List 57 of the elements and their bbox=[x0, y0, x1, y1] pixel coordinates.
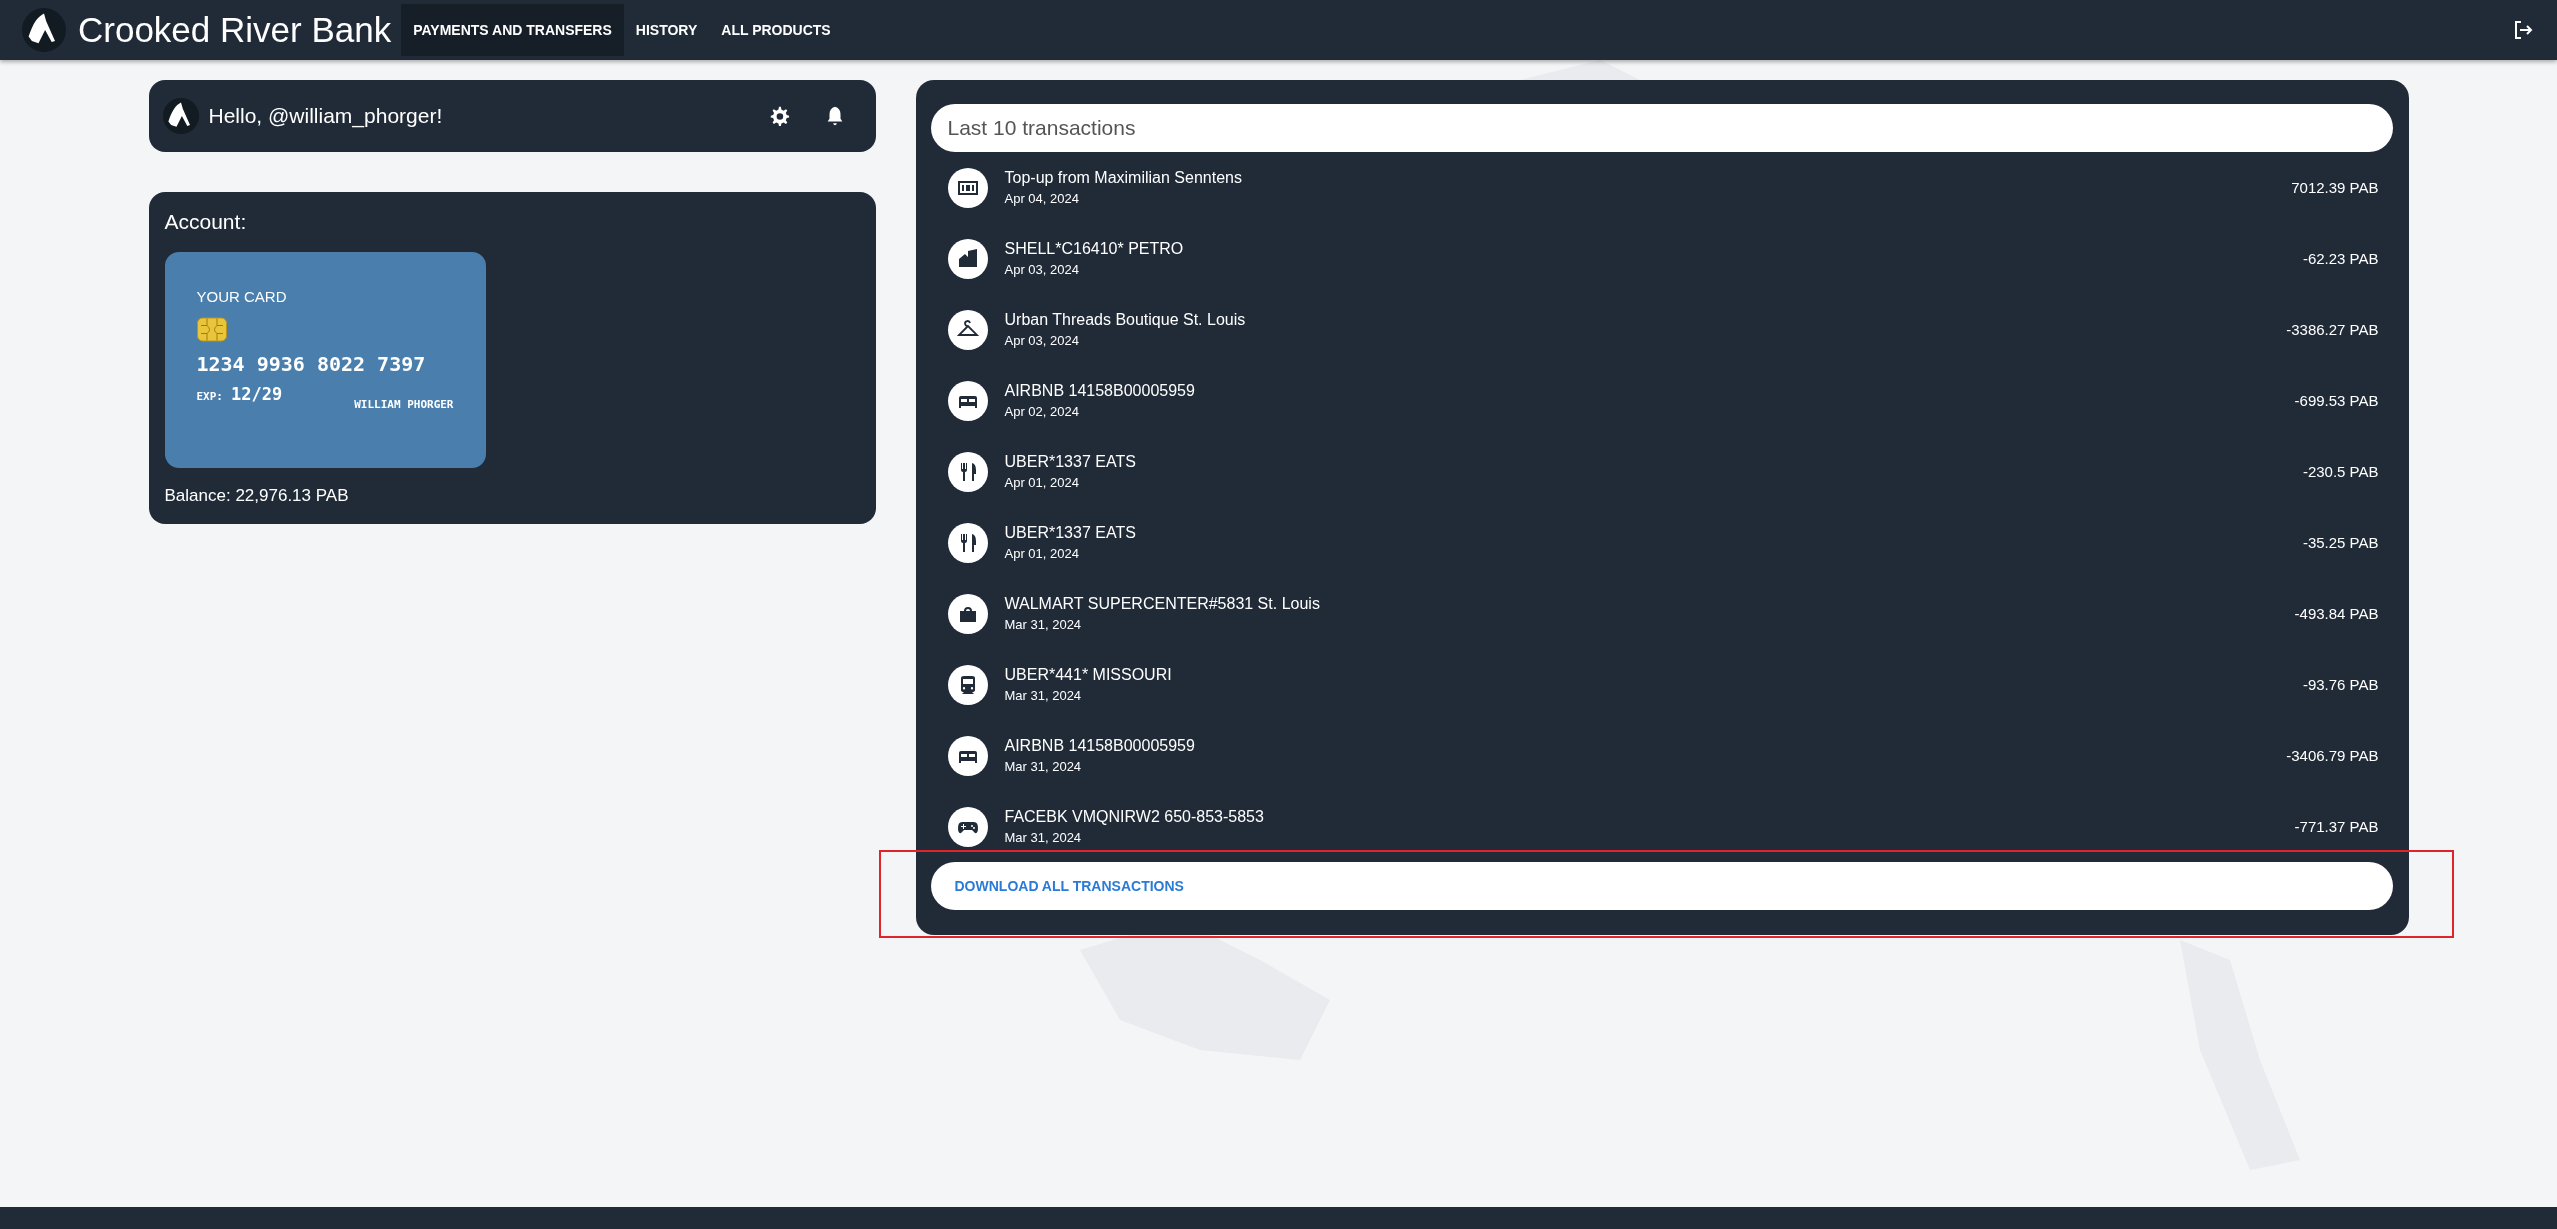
transaction-name: UBER*1337 EATS bbox=[1004, 453, 1136, 471]
transaction-name: UBER*1337 EATS bbox=[1004, 524, 1136, 542]
transaction-date: Apr 01, 2024 bbox=[1004, 475, 1080, 490]
expiry-label: EXP: bbox=[196, 390, 223, 403]
greeting-text: Hello, @william_phorger! bbox=[208, 104, 443, 128]
transaction-name: WALMART SUPERCENTER#5831 St. Louis bbox=[1004, 595, 1320, 613]
transaction-name: UBER*441* MISSOURI bbox=[1004, 666, 1172, 684]
transaction-name: AIRBNB 14158B00005959 bbox=[1004, 382, 1195, 400]
card-holder: WILLIAM PHORGER bbox=[354, 398, 454, 411]
nav-link[interactable]: PAYMENTS AND TRANSFERS bbox=[401, 4, 624, 56]
transaction-date: Mar 31, 2024 bbox=[1004, 830, 1083, 845]
transaction-amount: -699.53 PAB bbox=[2294, 392, 2379, 409]
transaction-name: SHELL*C16410* PETRO bbox=[1004, 240, 1184, 258]
transaction-name: AIRBNB 14158B00005959 bbox=[1004, 737, 1195, 755]
cash-icon bbox=[947, 167, 988, 208]
transaction-date: Apr 04, 2024 bbox=[1004, 191, 1080, 206]
transaction-amount: -93.76 PAB bbox=[2302, 676, 2379, 693]
transaction-amount: 7012.39 PAB bbox=[2291, 179, 2379, 196]
bag-icon bbox=[947, 593, 988, 634]
gamepad-icon bbox=[947, 806, 988, 847]
transaction-amount: -3386.27 PAB bbox=[2286, 321, 2379, 338]
balance-text: Balance: 22,976.13 PAB bbox=[164, 486, 350, 506]
expiry-date: 12/29 bbox=[231, 384, 283, 404]
fork-knife-icon bbox=[947, 522, 988, 563]
logo-icon bbox=[162, 98, 199, 134]
nav-link[interactable]: HISTORY bbox=[623, 4, 710, 56]
transaction-date: Apr 03, 2024 bbox=[1004, 333, 1080, 348]
transaction-date: Apr 03, 2024 bbox=[1004, 262, 1080, 277]
transaction-amount: -230.5 PAB bbox=[2302, 463, 2379, 480]
card-number: 1234 9936 8022 7397 bbox=[196, 352, 427, 376]
download-link[interactable]: DOWNLOAD ALL TRANSACTIONS bbox=[954, 878, 1184, 894]
brand-name: Crooked River Bank bbox=[78, 10, 392, 50]
transaction-name: Urban Threads Boutique St. Louis bbox=[1004, 311, 1246, 329]
bed-icon bbox=[947, 380, 988, 421]
nav-link[interactable]: ALL PRODUCTS bbox=[709, 4, 843, 56]
transaction-name: FACEBK VMQNIRW2 650-853-5853 bbox=[1004, 808, 1264, 826]
building-icon bbox=[947, 238, 988, 279]
train-icon bbox=[947, 664, 988, 705]
logo-icon bbox=[22, 8, 66, 52]
transaction-date: Apr 01, 2024 bbox=[1004, 546, 1080, 561]
card-label: YOUR CARD bbox=[196, 288, 288, 305]
account-title: Account: bbox=[164, 210, 248, 234]
chip-icon bbox=[196, 317, 227, 342]
fork-knife-icon bbox=[947, 451, 988, 492]
transaction-date: Mar 31, 2024 bbox=[1004, 617, 1083, 632]
transaction-amount: -493.84 PAB bbox=[2294, 605, 2379, 622]
transaction-date: Mar 31, 2024 bbox=[1004, 688, 1083, 703]
hanger-icon bbox=[947, 309, 988, 350]
transaction-amount: -3406.79 PAB bbox=[2286, 747, 2379, 764]
transaction-amount: -62.23 PAB bbox=[2302, 250, 2379, 267]
transaction-name: Top-up from Maximilian Senntens bbox=[1004, 169, 1242, 187]
bed-icon bbox=[947, 735, 988, 776]
transaction-amount: -35.25 PAB bbox=[2302, 534, 2379, 551]
transaction-date: Mar 31, 2024 bbox=[1004, 759, 1083, 774]
transaction-date: Apr 02, 2024 bbox=[1004, 404, 1080, 419]
transaction-amount: -771.37 PAB bbox=[2294, 818, 2379, 835]
transactions-title: Last 10 transactions bbox=[930, 104, 2393, 152]
